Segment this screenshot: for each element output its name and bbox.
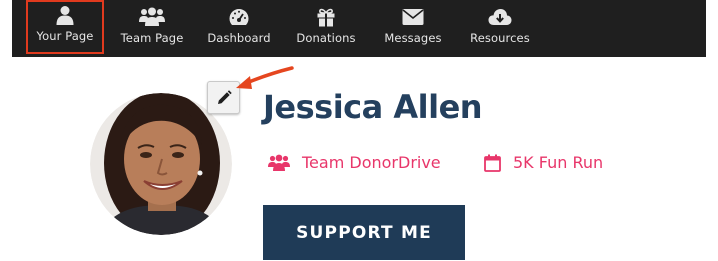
team-name: Team DonorDrive — [302, 153, 441, 172]
profile-name: Jessica Allen — [263, 88, 483, 126]
nav-label-messages: Messages — [384, 31, 442, 45]
nav-label-dashboard: Dashboard — [207, 31, 271, 45]
nav-label-team-page: Team Page — [120, 31, 184, 45]
envelope-icon — [402, 6, 424, 28]
calendar-icon — [484, 154, 501, 172]
nav-item-resources[interactable]: Resources — [463, 4, 537, 49]
nav-label-resources: Resources — [470, 31, 530, 45]
nav-item-donations[interactable]: Donations — [289, 4, 363, 49]
team-link[interactable]: Team DonorDrive — [268, 153, 441, 172]
nav-item-your-page[interactable]: Your Page — [26, 0, 104, 54]
event-link[interactable]: 5K Fun Run — [484, 153, 603, 172]
nav-item-dashboard[interactable]: Dashboard — [202, 4, 276, 49]
event-name: 5K Fun Run — [513, 153, 604, 172]
team-icon — [268, 154, 290, 172]
team-icon — [139, 6, 165, 28]
nav-item-messages[interactable]: Messages — [376, 4, 450, 49]
user-icon — [56, 4, 74, 26]
dashboard-icon — [228, 6, 250, 28]
profile-avatar — [90, 93, 232, 235]
nav-label-donations: Donations — [296, 31, 356, 45]
gift-icon — [316, 6, 336, 28]
cloud-download-icon — [488, 6, 512, 28]
top-navigation-bar: Your Page Team Page Dashboard Donations … — [12, 0, 706, 57]
nav-label-your-page: Your Page — [36, 29, 94, 43]
nav-item-team-page[interactable]: Team Page — [115, 4, 189, 49]
support-me-button[interactable]: SUPPORT ME — [263, 205, 465, 260]
